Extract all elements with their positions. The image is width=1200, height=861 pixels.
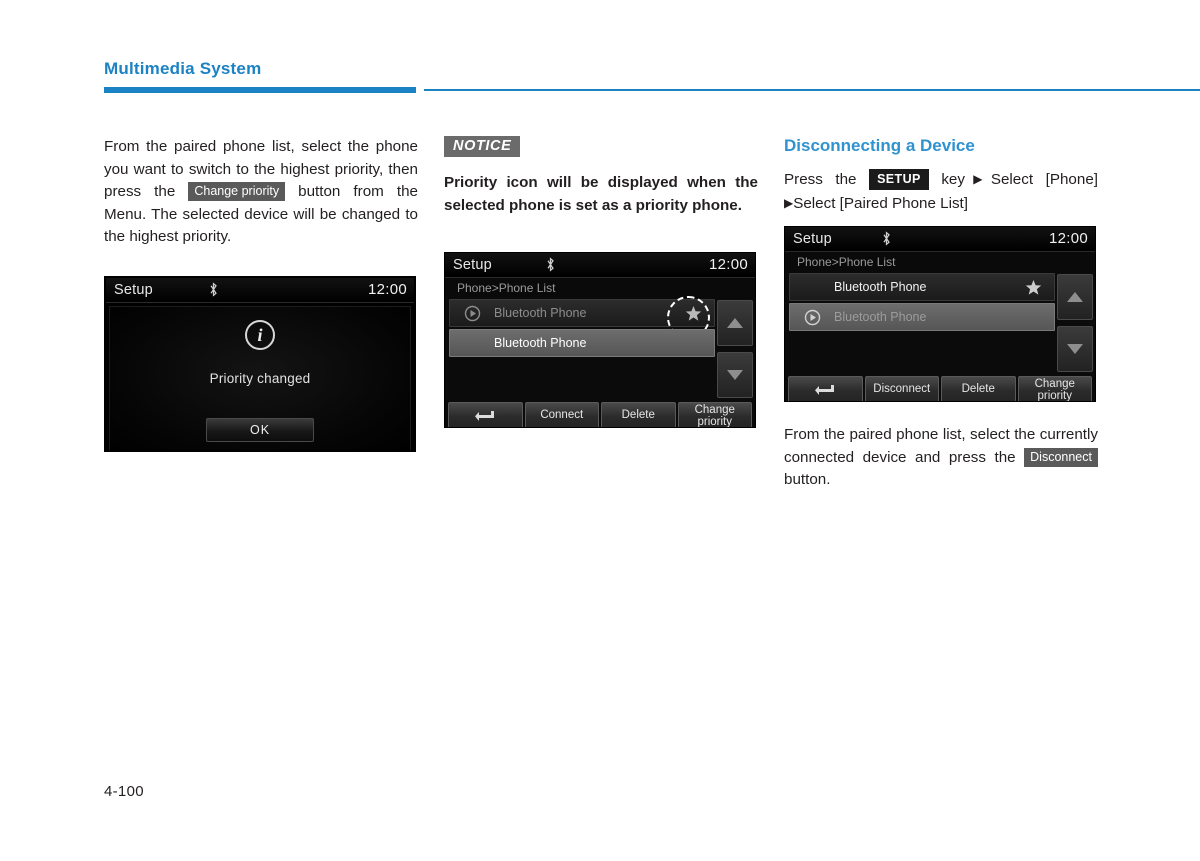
list-item-label: Bluetooth Phone	[494, 336, 587, 350]
page-number: 4-100	[104, 783, 144, 800]
phone-list-area: Bluetooth Phone Bluetooth Phone	[785, 273, 1095, 375]
back-button[interactable]	[788, 376, 863, 401]
column-left: From the paired phone list, select the p…	[104, 136, 418, 249]
screenshot-priority-changed-dialog: Setup 12:00 i Priority changed OK	[104, 276, 416, 452]
dialog-body: i Priority changed OK	[109, 306, 411, 450]
device-title: Setup	[114, 282, 153, 298]
steps-text-4: Select [Paired Phone List]	[793, 194, 968, 212]
list-item[interactable]: Bluetooth Phone	[449, 329, 715, 357]
device-header: Setup 12:00	[445, 253, 755, 278]
disconnect-instruction-block: From the paired phone list, select the c…	[784, 424, 1098, 492]
phone-list-rows: Bluetooth Phone Bluetooth Phone	[449, 296, 715, 401]
scroll-up-icon[interactable]	[717, 300, 753, 346]
disconnect-chip[interactable]: Disconnect	[1024, 447, 1098, 467]
info-icon: i	[245, 320, 275, 350]
scrollbar[interactable]	[1057, 274, 1093, 374]
breadcrumb: Phone>Phone List	[445, 278, 755, 299]
priority-instruction-paragraph: From the paired phone list, select the p…	[104, 136, 418, 249]
list-item[interactable]: Bluetooth Phone	[789, 273, 1055, 301]
scrollbar[interactable]	[717, 300, 753, 400]
device-clock: 12:00	[1048, 230, 1088, 247]
list-item-label: Bluetooth Phone	[834, 310, 927, 324]
device-title: Setup	[453, 257, 492, 273]
list-item[interactable]: Bluetooth Phone	[449, 296, 715, 339]
change-priority-button[interactable]: Change priority	[1017, 376, 1092, 401]
phone-list-rows: Bluetooth Phone Bluetooth Phone	[789, 273, 1055, 375]
connect-button[interactable]: Connect	[524, 402, 599, 427]
notice-badge: NOTICE	[444, 136, 521, 157]
step-arrow-icon: ▶	[784, 195, 794, 210]
back-icon	[474, 409, 496, 423]
header-rule-thick	[104, 87, 416, 93]
setup-key-chip[interactable]: SETUP	[869, 169, 929, 190]
back-icon	[814, 383, 836, 397]
disconnect-instruction-paragraph: From the paired phone list, select the c…	[784, 424, 1098, 492]
change-priority-chip[interactable]: Change priority	[188, 182, 286, 202]
change-priority-button[interactable]: Change priority	[677, 402, 752, 427]
device-toolbar: Disconnect Delete Change priority	[785, 375, 1095, 401]
column-right: Disconnecting a Device Press the SETUP k…	[784, 136, 1098, 215]
bluetooth-icon	[881, 231, 892, 246]
step-arrow-icon: ▶	[964, 172, 991, 186]
setup-steps-paragraph: Press the SETUP key▶Select [Phone] ▶Sele…	[784, 168, 1098, 215]
list-item[interactable]: Bluetooth Phone	[789, 303, 1055, 331]
dialog-message: Priority changed	[209, 371, 311, 386]
notice-text: Priority icon will be displayed when the…	[444, 174, 758, 214]
scroll-down-icon[interactable]	[1057, 326, 1093, 372]
back-button[interactable]	[448, 402, 523, 427]
screenshot-phone-list-priority: Setup 12:00 Phone>Phone List Bluetooth P…	[444, 252, 756, 428]
phone-list-area: Bluetooth Phone Bluetooth Phone	[445, 296, 755, 401]
list-item-label: Bluetooth Phone	[834, 280, 927, 294]
ok-button[interactable]: OK	[206, 418, 314, 442]
page-title: Multimedia System	[104, 59, 262, 78]
star-icon[interactable]	[1025, 279, 1042, 296]
header-rule-thin	[424, 89, 1200, 91]
delete-button[interactable]: Delete	[941, 376, 1016, 401]
list-item-label: Bluetooth Phone	[494, 306, 587, 320]
device-header: Setup 12:00	[106, 278, 414, 303]
device-toolbar: Connect Delete Change priority	[445, 401, 755, 427]
scroll-down-icon[interactable]	[717, 352, 753, 398]
disconnect-text-2: button.	[784, 471, 831, 489]
device-header: Setup 12:00	[785, 227, 1095, 252]
bluetooth-icon	[208, 282, 219, 297]
steps-text-3: Select [Phone]	[990, 171, 1098, 188]
steps-text-1: Press the	[784, 171, 857, 188]
delete-button[interactable]: Delete	[601, 402, 676, 427]
device-clock: 12:00	[708, 256, 748, 273]
bluetooth-icon	[545, 257, 556, 272]
screenshot-phone-list-disconnect: Setup 12:00 Phone>Phone List Bluetooth P…	[784, 226, 1096, 402]
column-middle: NOTICE Priority icon will be displayed w…	[444, 136, 758, 217]
steps-text-2: key	[941, 171, 965, 188]
play-icon	[804, 309, 821, 326]
play-icon	[464, 305, 481, 322]
breadcrumb: Phone>Phone List	[785, 252, 1095, 273]
page-header: Multimedia System	[104, 58, 1200, 94]
device-title: Setup	[793, 231, 832, 247]
device-clock: 12:00	[367, 281, 407, 298]
section-heading: Disconnecting a Device	[784, 136, 975, 155]
scroll-up-icon[interactable]	[1057, 274, 1093, 320]
disconnect-button[interactable]: Disconnect	[864, 376, 939, 401]
